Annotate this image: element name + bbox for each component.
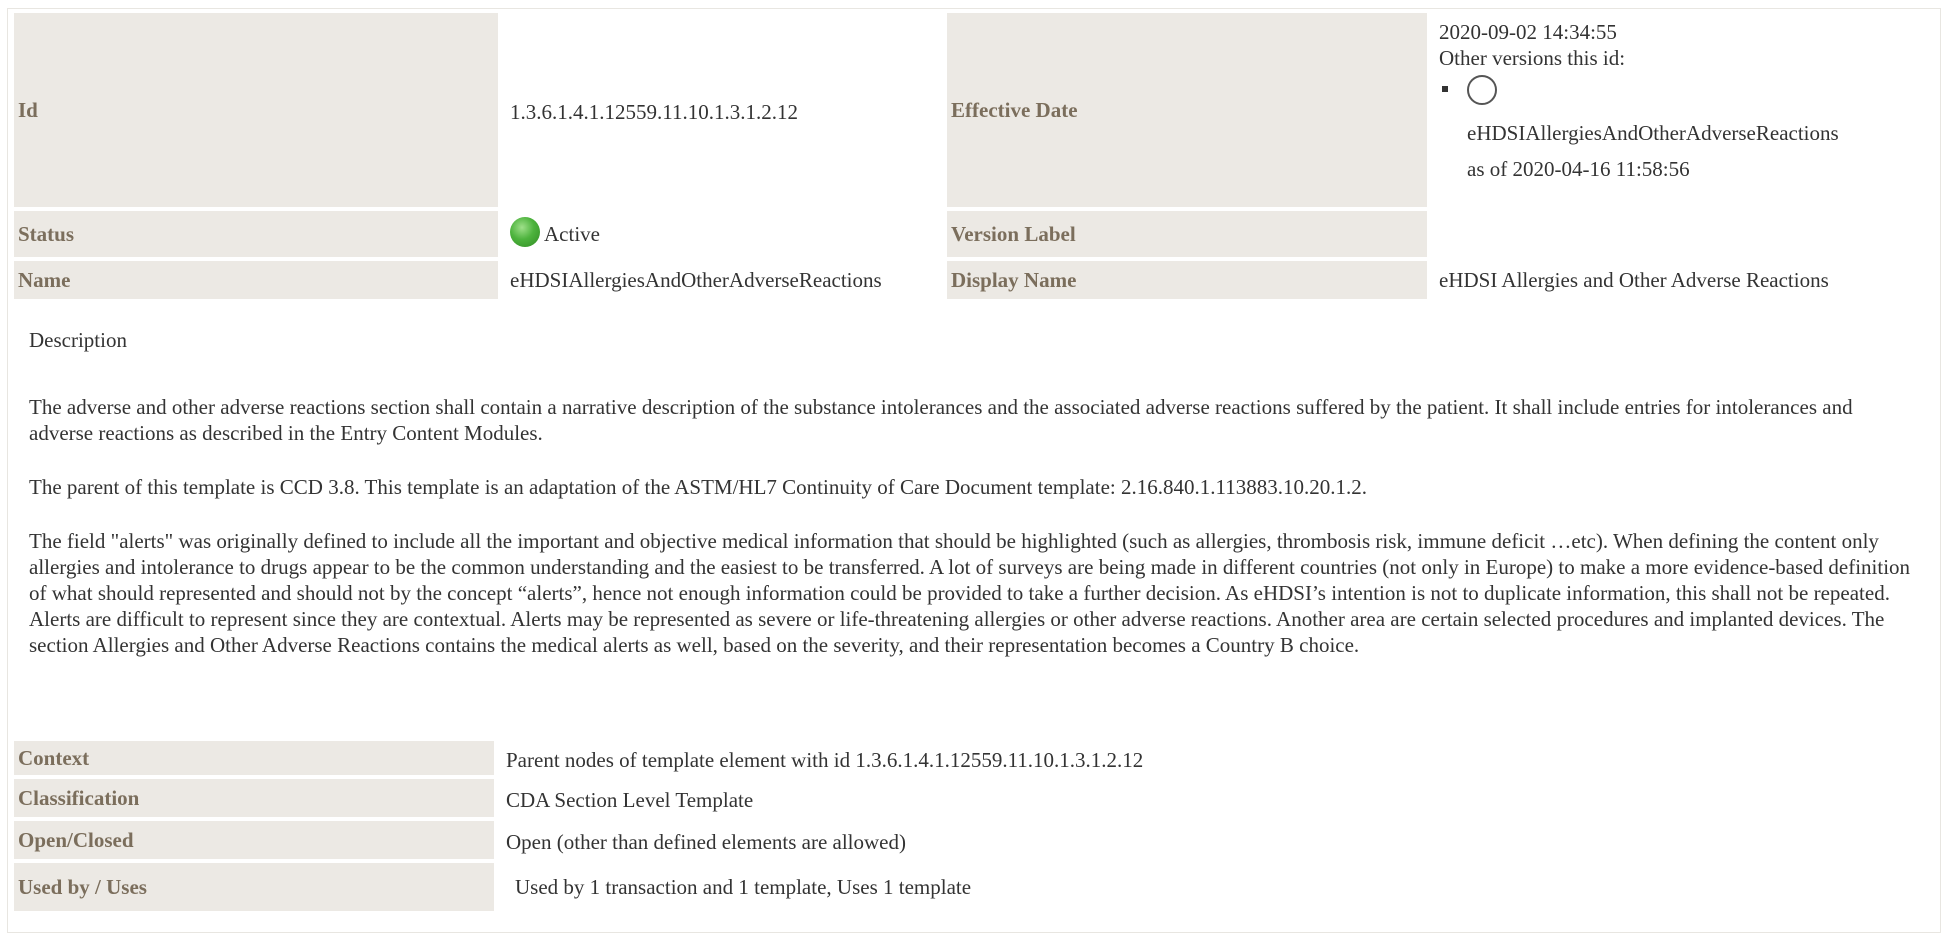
classification-value: CDA Section Level Template [506, 787, 754, 812]
context-value: Parent nodes of template element with id… [506, 747, 1144, 772]
description-paragraph-2: The parent of this template is CCD 3.8. … [29, 475, 1367, 499]
classification-label: Classification [14, 779, 498, 821]
template-header-table: Id 1.3.6.1.4.1.12559.11.10.1.3.1.2.12 Ef… [14, 13, 1934, 299]
name-label: Name [14, 261, 502, 299]
other-version-date: as of 2020-04-16 11:58:56 [1467, 157, 1690, 182]
other-versions-list: eHDSIAllergiesAndOtherAdverseReactions a… [1439, 75, 1926, 187]
effective-date-value: 2020-09-02 14:34:55 [1439, 20, 1617, 44]
display-name-label: Display Name [947, 261, 1431, 299]
other-versions-label: Other versions this id: [1439, 46, 1626, 70]
version-radio[interactable] [1467, 75, 1497, 106]
version-label-value [1431, 211, 1934, 261]
description-paragraph-1: The adverse and other adverse reactions … [29, 395, 1853, 445]
open-closed-label: Open/Closed [14, 821, 498, 863]
name-value: eHDSIAllergiesAndOtherAdverseReactions [510, 267, 882, 292]
open-closed-value: Open (other than defined elements are al… [506, 829, 906, 854]
status-value: Active [544, 221, 600, 246]
status-active-icon [510, 217, 540, 247]
id-value: 1.3.6.1.4.1.12559.11.10.1.3.1.2.12 [510, 99, 798, 124]
id-label: Id [14, 13, 502, 211]
version-label-label: Version Label [947, 211, 1431, 261]
effective-date-cell: 2020-09-02 14:34:55 Other versions this … [1431, 13, 1934, 211]
effective-date-label: Effective Date [947, 13, 1431, 211]
status-label: Status [14, 211, 502, 261]
context-label: Context [14, 741, 498, 779]
other-version-link[interactable]: eHDSIAllergiesAndOtherAdverseReactions [1467, 115, 1926, 151]
template-properties-table: Context Parent nodes of template element… [14, 741, 1934, 911]
status-cell: Active [502, 211, 947, 261]
description-title: Description [29, 328, 127, 352]
used-by-label: Used by / Uses [14, 863, 498, 911]
used-by-value[interactable]: Used by 1 transaction and 1 template, Us… [498, 863, 1934, 911]
description-paragraph-3: The field "alerts" was originally define… [29, 529, 1911, 657]
other-version-item: eHDSIAllergiesAndOtherAdverseReactions a… [1461, 75, 1926, 187]
display-name-value: eHDSI Allergies and Other Adverse Reacti… [1439, 267, 1829, 292]
